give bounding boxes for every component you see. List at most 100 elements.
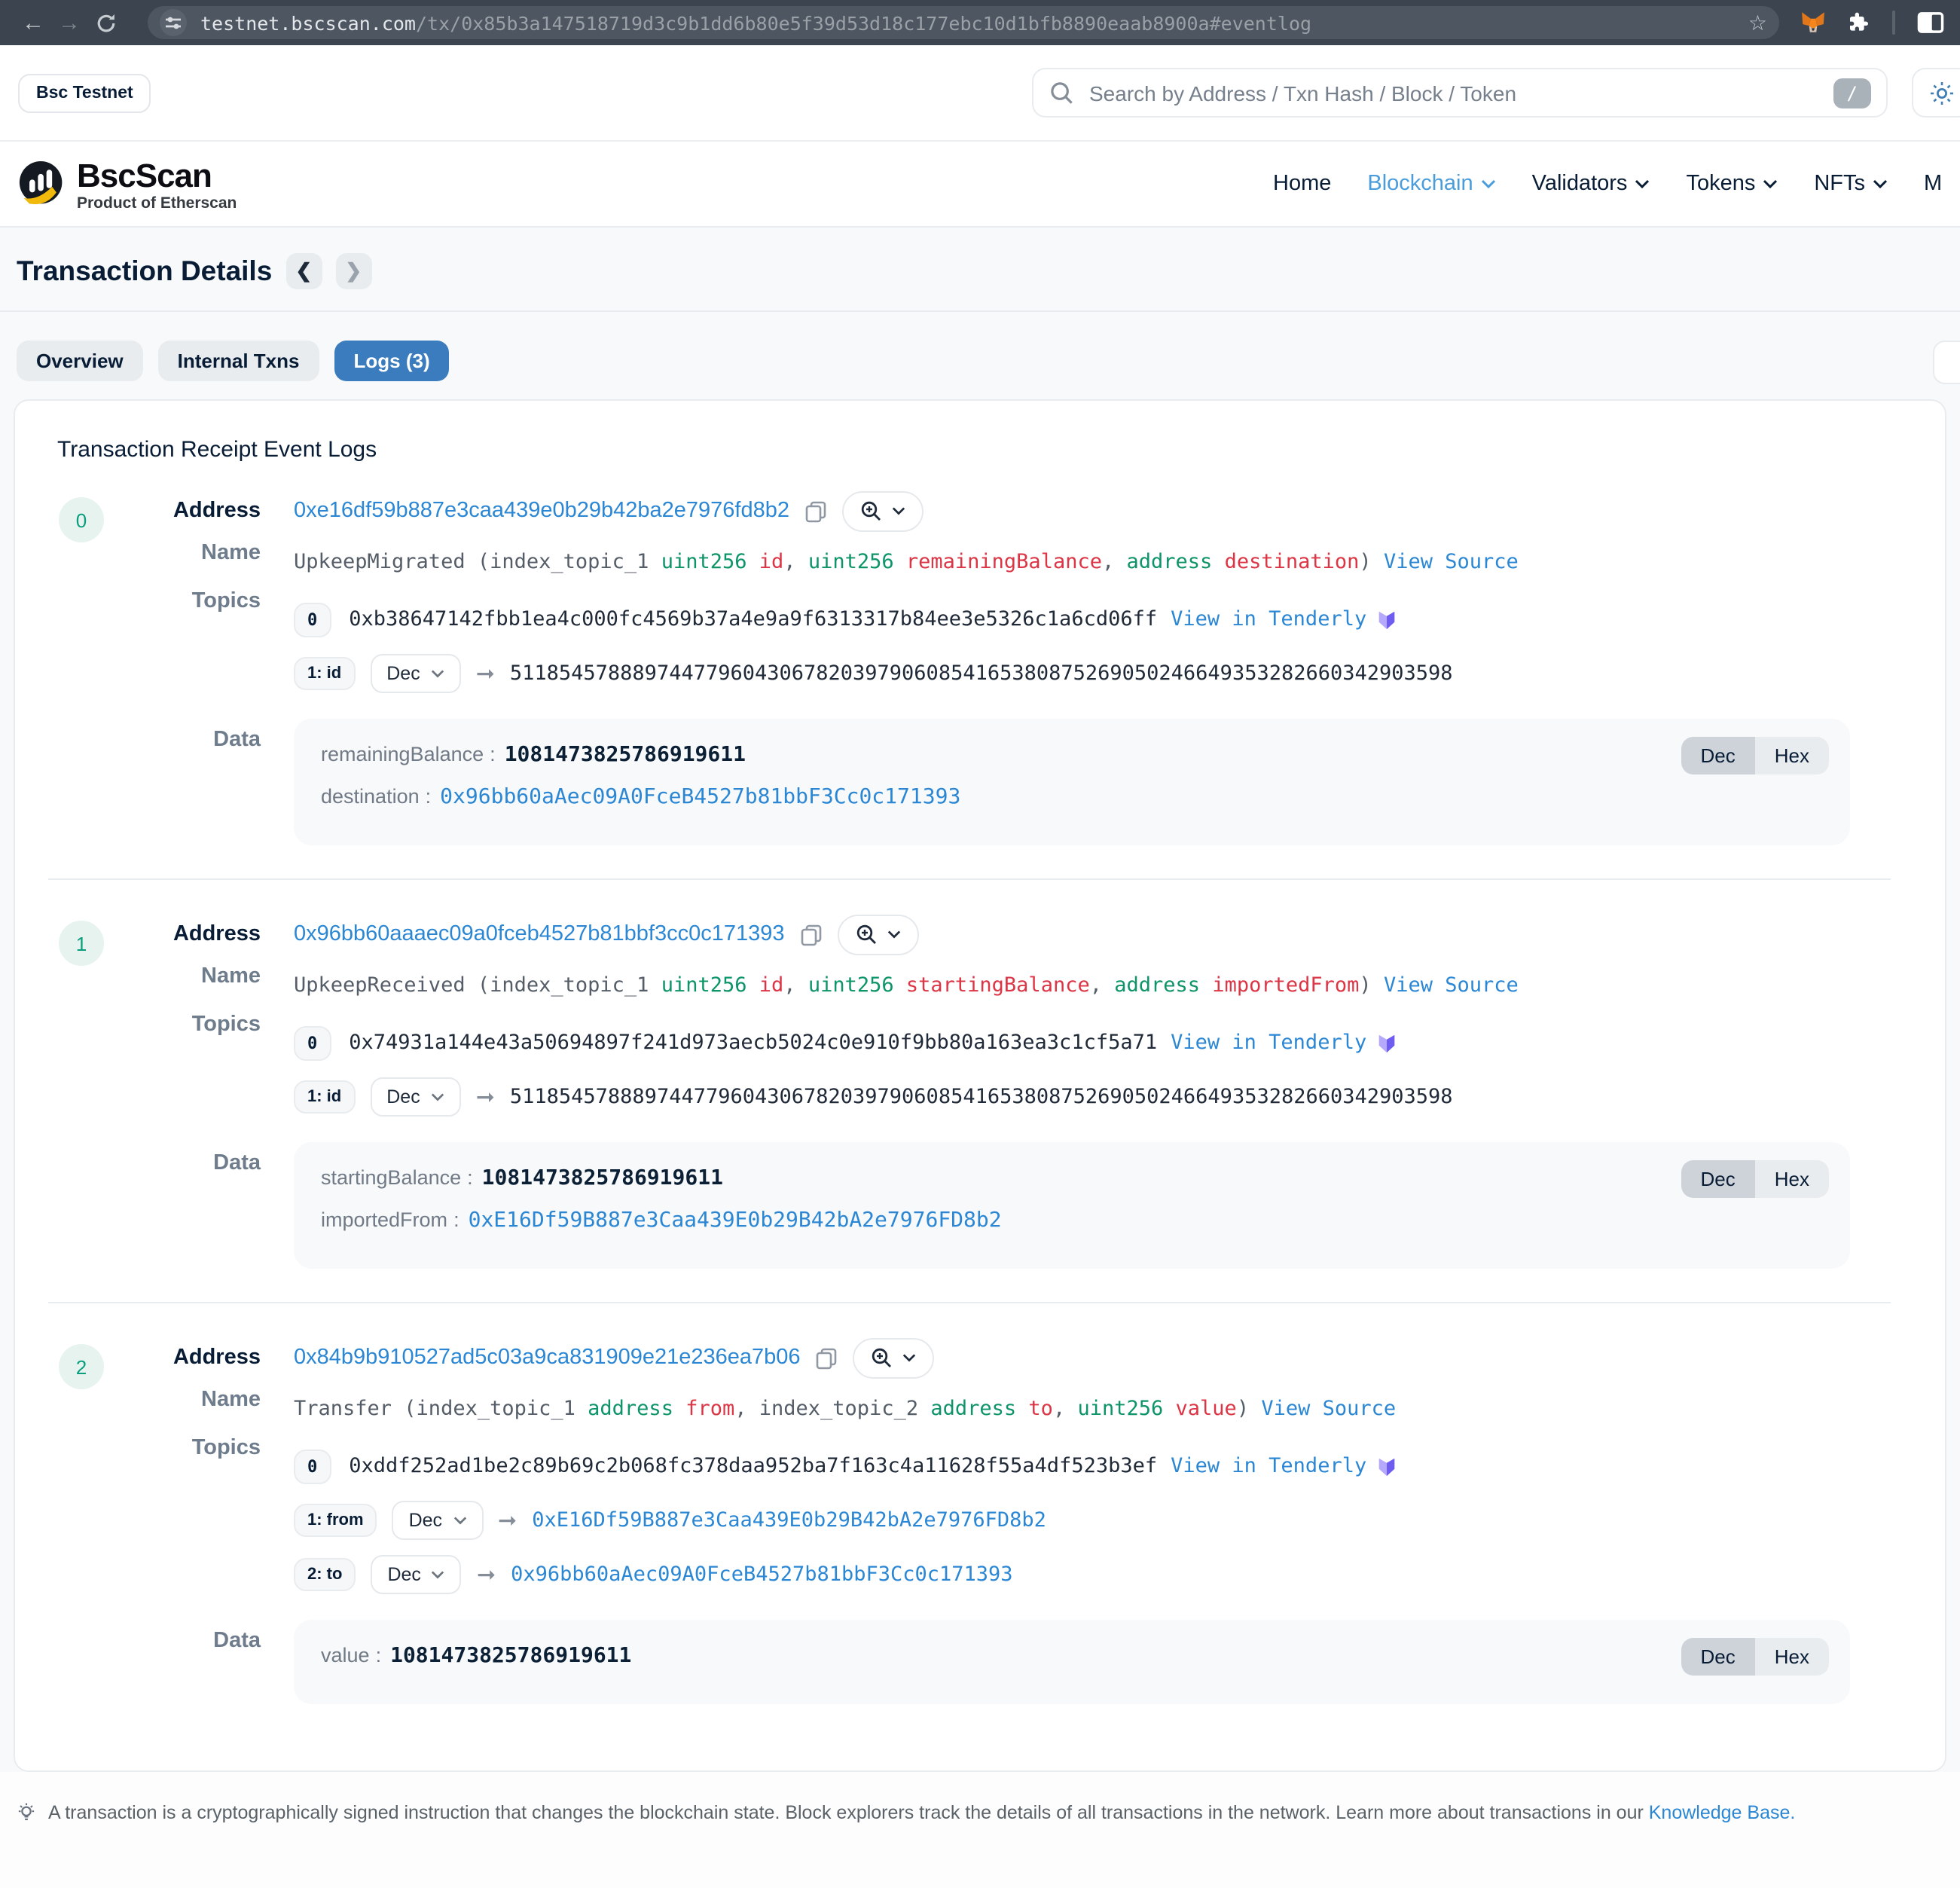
data-address-link[interactable]: 0xE16Df59B887e3Caa439E0b29B42bA2e7976FD8… bbox=[469, 1205, 1002, 1236]
view-source-link[interactable]: View Source bbox=[1261, 1397, 1396, 1421]
tools-button-cutoff[interactable] bbox=[1933, 341, 1960, 384]
nav-tokens[interactable]: Tokens bbox=[1686, 172, 1778, 196]
next-tx-button[interactable]: ❯ bbox=[335, 253, 371, 289]
theme-toggle-button[interactable] bbox=[1912, 68, 1960, 118]
view-in-tenderly-link[interactable]: View in Tenderly bbox=[1171, 1031, 1366, 1055]
back-icon[interactable]: ← bbox=[15, 10, 51, 35]
chevron-down-icon bbox=[1635, 179, 1650, 188]
nav-validators[interactable]: Validators bbox=[1532, 172, 1650, 196]
topic-index-badge: 1: id bbox=[294, 1080, 355, 1114]
topic-0: 0 0xb38647142fbb1ea4c000fc4569b37a4e9a9f… bbox=[294, 598, 1903, 640]
chevron-down-icon bbox=[892, 506, 905, 515]
signature-token: , bbox=[1053, 1397, 1078, 1421]
log-address-link[interactable]: 0xe16df59b887e3caa439e0b29b42ba2e7976fd8… bbox=[294, 499, 789, 523]
topic-hash: 0xddf252ad1be2c89b69c2b068fc378daa952ba7… bbox=[349, 1454, 1157, 1478]
data-address-link[interactable]: 0x96bb60aAec09A0FceB4527b81bbF3Cc0c17139… bbox=[440, 782, 960, 812]
dec-dropdown[interactable]: Dec bbox=[370, 1077, 460, 1117]
topics-row: Topics 0 0x74931a144e43a50694897f241d973… bbox=[57, 1004, 1903, 1118]
tab-logs[interactable]: Logs (3) bbox=[334, 341, 450, 381]
url-bar[interactable]: testnet.bscscan.com/tx/0x85b3a147518719d… bbox=[148, 6, 1779, 39]
log-address-link[interactable]: 0x96bb60aaaec09a0fceb4527b81bbf3cc0c1713… bbox=[294, 922, 785, 946]
prev-tx-button[interactable]: ❮ bbox=[285, 253, 322, 289]
hex-toggle[interactable]: Hex bbox=[1755, 1160, 1829, 1198]
topic-address-link[interactable]: 0xE16Df59B887e3Caa439E0b29B42bA2e7976FD8… bbox=[532, 1508, 1046, 1532]
log-entry-0: 0 Address 0xe16df59b887e3caa439e0b29b42b… bbox=[57, 490, 1903, 845]
view-source-link[interactable]: View Source bbox=[1384, 973, 1519, 997]
data-label: Data bbox=[57, 1620, 261, 1662]
event-signature: UpkeepReceived (index_topic_1 uint256 id… bbox=[294, 967, 1903, 1004]
forward-icon[interactable]: → bbox=[51, 10, 87, 35]
nav-blockchain[interactable]: Blockchain bbox=[1367, 172, 1495, 196]
card-title: Transaction Receipt Event Logs bbox=[57, 437, 1903, 463]
zoom-address-button[interactable] bbox=[838, 914, 919, 955]
topics-label: Topics bbox=[57, 1004, 261, 1046]
search-box[interactable]: / bbox=[1032, 68, 1888, 118]
site-info-icon[interactable] bbox=[160, 9, 187, 36]
address-row: Address 0x96bb60aaaec09a0fceb4527b81bbf3… bbox=[57, 913, 1903, 955]
side-panel-icon[interactable] bbox=[1916, 11, 1945, 35]
signature-token: to bbox=[1016, 1397, 1053, 1421]
arrow-right-icon: ➞ bbox=[477, 1561, 496, 1588]
dec-dropdown[interactable]: Dec bbox=[392, 1501, 483, 1540]
zoom-address-button[interactable] bbox=[853, 1337, 935, 1378]
knowledge-base-link[interactable]: Knowledge Base. bbox=[1649, 1802, 1796, 1823]
topic-index-badge: 1: from bbox=[294, 1504, 377, 1537]
nav-home[interactable]: Home bbox=[1273, 172, 1331, 196]
extensions-puzzle-icon[interactable] bbox=[1847, 11, 1871, 35]
chevron-down-icon bbox=[431, 1092, 444, 1101]
data-line: remainingBalance : 1081473825786919611 bbox=[321, 740, 1823, 770]
hex-toggle[interactable]: Hex bbox=[1755, 737, 1829, 774]
network-badge[interactable]: Bsc Testnet bbox=[18, 73, 151, 112]
signature-token: Transfer (index_topic_1 bbox=[294, 1397, 588, 1421]
tab-internal-txns[interactable]: Internal Txns bbox=[158, 341, 319, 381]
tenderly-icon bbox=[1375, 1454, 1398, 1478]
data-label: Data bbox=[57, 719, 261, 761]
chevron-down-icon bbox=[432, 1570, 445, 1579]
data-line: destination : 0x96bb60aAec09A0FceB4527b8… bbox=[321, 782, 1823, 812]
topic-hash: 0x74931a144e43a50694897f241d973aecb5024c… bbox=[349, 1031, 1157, 1055]
copy-icon[interactable] bbox=[800, 923, 823, 946]
topic-address-link[interactable]: 0x96bb60aAec09A0FceB4527b81bbF3Cc0c17139… bbox=[511, 1563, 1013, 1587]
reload-icon[interactable] bbox=[87, 11, 124, 34]
dec-toggle[interactable]: Dec bbox=[1681, 1160, 1755, 1198]
signature-token: remainingBalance bbox=[894, 550, 1102, 574]
colon: : bbox=[426, 782, 432, 812]
copy-icon[interactable] bbox=[804, 499, 827, 522]
log-index-badge: 2 bbox=[59, 1344, 104, 1389]
copy-icon[interactable] bbox=[816, 1346, 838, 1369]
data-label: Data bbox=[57, 1142, 261, 1184]
page-footer: A transaction is a cryptographically sig… bbox=[0, 1772, 1960, 1888]
topic-index-badge: 0 bbox=[294, 602, 331, 637]
view-in-tenderly-link[interactable]: View in Tenderly bbox=[1171, 607, 1366, 631]
dec-toggle[interactable]: Dec bbox=[1681, 737, 1755, 774]
arrow-right-icon: ➞ bbox=[476, 660, 495, 687]
zoom-address-button[interactable] bbox=[842, 490, 924, 531]
sun-icon bbox=[1930, 81, 1954, 105]
signature-token: ) bbox=[1237, 1397, 1262, 1421]
bookmark-star-icon[interactable]: ☆ bbox=[1748, 10, 1767, 35]
dec-dropdown[interactable]: Dec bbox=[370, 654, 460, 693]
tab-strip: Overview Internal Txns Logs (3) bbox=[0, 312, 1960, 381]
dec-dropdown[interactable]: Dec bbox=[371, 1555, 461, 1594]
tab-overview[interactable]: Overview bbox=[17, 341, 143, 381]
signature-token: ) bbox=[1359, 973, 1384, 997]
search-input[interactable] bbox=[1086, 79, 1833, 106]
signature-token: id bbox=[747, 550, 784, 574]
dec-hex-toggle: Dec Hex bbox=[1681, 1638, 1830, 1676]
signature-token: uint256 bbox=[661, 550, 747, 574]
data-line: value : 1081473825786919611 bbox=[321, 1641, 1823, 1671]
view-source-link[interactable]: View Source bbox=[1384, 550, 1519, 574]
signature-token: address bbox=[930, 1397, 1016, 1421]
view-in-tenderly-link[interactable]: View in Tenderly bbox=[1171, 1454, 1366, 1478]
data-box: startingBalance : 1081473825786919611 im… bbox=[294, 1142, 1850, 1269]
log-index-badge: 0 bbox=[59, 497, 104, 542]
bscscan-logo[interactable]: BscScan Product of Etherscan bbox=[18, 160, 237, 212]
log-address-link[interactable]: 0x84b9b910527ad5c03a9ca831909e21e236ea7b… bbox=[294, 1346, 801, 1370]
nav-more[interactable]: M bbox=[1924, 172, 1942, 196]
hex-toggle[interactable]: Hex bbox=[1755, 1638, 1829, 1676]
metamask-icon[interactable] bbox=[1800, 11, 1826, 35]
nav-nfts[interactable]: NFTs bbox=[1814, 172, 1888, 196]
signature-token: uint256 bbox=[808, 973, 894, 997]
dec-toggle[interactable]: Dec bbox=[1681, 1638, 1755, 1676]
chevron-down-icon bbox=[1763, 179, 1778, 188]
